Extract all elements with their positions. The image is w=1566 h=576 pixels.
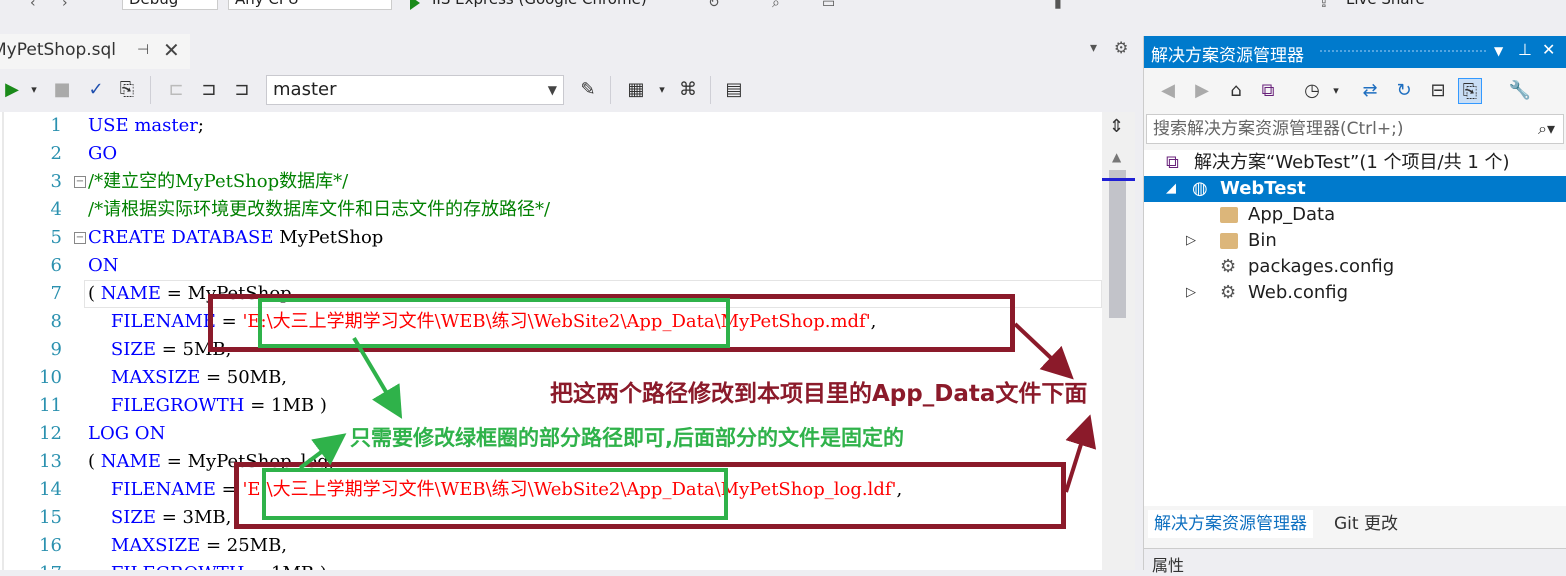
solution-explorer: 解决方案资源管理器 ▼ ⊥ ✕ ◀ ▶ ⌂ ⧉ ◷ ▾ ⇄ ↻ ⊟ ⎘ 🔧 搜索… (1143, 36, 1566, 575)
green-arrow-down (298, 433, 347, 470)
database-select[interactable]: master ▼ (266, 75, 564, 105)
show-all-files-icon[interactable]: ⎘ (1458, 78, 1482, 104)
main-toolbar: ‹ › Debug Any CPU IIS Express (Google Ch… (0, 0, 1566, 12)
live-share-label[interactable]: Live Share (1346, 0, 1425, 8)
solution-explorer-title: 解决方案资源管理器 (1151, 46, 1304, 66)
green-arrow-up (352, 336, 403, 419)
solution-icon: ⧉ (1166, 152, 1179, 173)
collapse-all-icon[interactable]: ⊟ (1426, 78, 1450, 104)
solution-explorer-toolbar: ◀ ▶ ⌂ ⧉ ◷ ▾ ⇄ ↻ ⊟ ⎘ 🔧 (1144, 72, 1566, 110)
collapse-arrow-icon[interactable]: ◢ (1166, 176, 1176, 202)
search-placeholder: 搜索解决方案资源管理器(Ctrl+;) (1153, 119, 1404, 139)
toolbar-separator (150, 76, 151, 104)
titlebar-grip (1319, 49, 1487, 54)
editor-scrollbar[interactable]: ⇕ ▲ (1102, 112, 1135, 570)
script-icon[interactable]: ▤ (722, 78, 746, 102)
tree-item-label: WebTest (1220, 178, 1306, 199)
forward-icon[interactable]: › (62, 0, 76, 10)
back-icon[interactable]: ◀ (1156, 78, 1180, 104)
tree-item[interactable]: ⚙ packages.config (1144, 254, 1566, 280)
estimated-plan-icon[interactable]: ⎘ (115, 78, 139, 102)
tab-solution-explorer[interactable]: 解决方案资源管理器 (1148, 510, 1313, 538)
execute-dropdown-icon[interactable]: ▾ (22, 78, 46, 102)
document-tab[interactable]: MyPetShop.sql ⊣ ✕ (0, 34, 190, 69)
platform-select[interactable]: Any CPU (228, 0, 392, 10)
gear-icon[interactable]: ⚙ (1114, 38, 1128, 57)
code-editor[interactable]: 1 USE master; 2 GO 3−/*建立空的MyPetShop数据库*/4/*… (0, 112, 1102, 570)
disconnect-icon[interactable]: ⊐ (197, 78, 221, 102)
tree-item[interactable]: ◢ ◍ WebTest (1144, 176, 1566, 202)
toolbar-separator (610, 76, 611, 104)
solution-explorer-search[interactable]: 搜索解决方案资源管理器(Ctrl+;) ⌕▾ (1146, 114, 1564, 144)
home-icon[interactable]: ⌂ (1224, 78, 1248, 104)
properties-wrench-icon[interactable]: 🔧 (1508, 78, 1532, 104)
scroll-position-marker (1102, 178, 1135, 181)
tree-item[interactable]: App_Data (1144, 202, 1566, 228)
document-tab-title: MyPetShop.sql (0, 40, 117, 60)
bookmark-icon[interactable]: ▮ (1054, 0, 1068, 10)
connect-icon[interactable]: ⊏ (164, 78, 188, 102)
tree-item-label: Web.config (1248, 282, 1349, 303)
chevron-down-icon: ▼ (547, 83, 557, 97)
annotation-arrows (298, 322, 1097, 493)
tree-item-label: packages.config (1248, 256, 1395, 277)
results-dropdown-icon[interactable]: ▾ (650, 78, 674, 102)
find-icon[interactable]: ⌕ (772, 0, 786, 10)
window-menu-icon[interactable]: ▼ (1494, 44, 1503, 58)
results-grid-icon[interactable]: ▦ (624, 78, 648, 102)
pin-icon[interactable]: ⊣ (137, 42, 149, 58)
forward-icon[interactable]: ▶ (1190, 78, 1214, 104)
config-icon: ⚙ (1220, 256, 1237, 277)
change-connection-icon[interactable]: ⊐ (230, 78, 254, 102)
new-query-icon[interactable]: ✎ (576, 78, 600, 102)
refresh-icon[interactable]: ↻ (708, 0, 722, 10)
plan-icon[interactable]: ⌘ (676, 78, 700, 102)
properties-panel: 属性 (1144, 548, 1566, 575)
tree-item-label: App_Data (1248, 204, 1336, 225)
live-share-icon[interactable]: ⇪ (1318, 0, 1332, 10)
close-icon[interactable]: ✕ (163, 38, 180, 62)
solution-explorer-titlebar: 解决方案资源管理器 ▼ ⊥ ✕ (1144, 36, 1566, 68)
tree-item[interactable]: ▷ ⚙ Web.config (1144, 280, 1566, 306)
history-dropdown-icon[interactable]: ▾ (1324, 78, 1348, 104)
pin-icon[interactable]: ⊥ (1518, 40, 1532, 59)
tree-item[interactable]: ⧉ 解决方案“WebTest”(1 个项目/共 1 个) (1144, 150, 1566, 176)
expand-arrow-icon[interactable]: ▷ (1186, 280, 1196, 306)
tab-git-changes[interactable]: Git 更改 (1328, 510, 1404, 538)
folder-icon (1220, 207, 1238, 223)
folder-icon (1220, 233, 1238, 249)
scroll-up-icon[interactable]: ▲ (1112, 150, 1121, 164)
close-icon[interactable]: ✕ (1542, 40, 1555, 59)
database-select-value: master (273, 79, 337, 100)
tab-list-dropdown-icon[interactable]: ▾ (1090, 40, 1097, 56)
back-icon[interactable]: ‹ (30, 0, 44, 10)
start-debug-icon[interactable] (410, 0, 420, 10)
tree-item-label: Bin (1248, 230, 1277, 251)
run-target-label[interactable]: IIS Express (Google Chrome) (432, 0, 647, 8)
website-icon: ◍ (1192, 178, 1208, 199)
switch-views-icon[interactable]: ⧉ (1256, 78, 1280, 104)
sql-toolbar: ▶ ▾ ■ ✓ ⎘ ⊏ ⊐ ⊐ master ▼ ✎ ▦ ▾ ⌘ ▤ (0, 70, 1135, 110)
tree-item-label: 解决方案“WebTest”(1 个项目/共 1 个) (1194, 152, 1510, 173)
refresh-icon[interactable]: ↻ (1392, 78, 1416, 104)
search-icon[interactable]: ⌕▾ (1538, 115, 1555, 143)
red-arrow-down (1064, 414, 1097, 493)
configuration-select[interactable]: Debug (122, 0, 218, 10)
solution-tree: ⧉ 解决方案“WebTest”(1 个项目/共 1 个) ◢ ◍ WebTest App_… (1144, 150, 1566, 510)
expand-arrow-icon[interactable]: ▷ (1186, 228, 1196, 254)
scroll-thumb[interactable] (1109, 170, 1126, 318)
solution-explorer-tabs: 解决方案资源管理器 Git 更改 (1144, 506, 1566, 540)
history-icon[interactable]: ◷ (1300, 78, 1324, 104)
sync-icon[interactable]: ⇄ (1358, 78, 1382, 104)
parse-check-icon[interactable]: ✓ (84, 78, 108, 102)
stop-icon[interactable]: ■ (50, 78, 74, 102)
properties-title: 属性 (1152, 556, 1185, 575)
comment-icon[interactable]: ▭ (822, 0, 836, 10)
tree-item[interactable]: ▷ Bin (1144, 228, 1566, 254)
execute-icon[interactable]: ▶ (0, 78, 24, 102)
split-editor-icon[interactable]: ⇕ (1109, 116, 1124, 137)
config-icon: ⚙ (1220, 282, 1237, 303)
toolbar-separator (710, 76, 711, 104)
red-arrow-up (1013, 322, 1074, 380)
